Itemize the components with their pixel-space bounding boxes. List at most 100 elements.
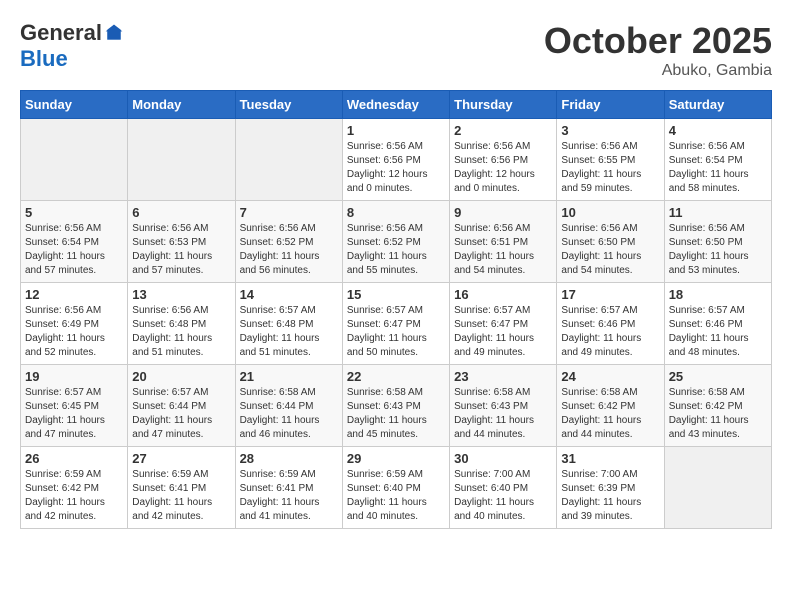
table-row: 16 Sunrise: 6:57 AMSunset: 6:47 PMDayligh… [450, 283, 557, 365]
day-info: Sunrise: 7:00 AMSunset: 6:39 PMDaylight:… [561, 468, 659, 524]
day-info: Sunrise: 6:57 AMSunset: 6:44 PMDaylight:… [132, 386, 230, 442]
day-info: Sunrise: 6:59 AMSunset: 6:42 PMDaylight:… [25, 468, 123, 524]
table-row: 8Sunrise: 6:56 AMSunset: 6:52 PMDaylight… [342, 201, 449, 283]
day-number: 20 [132, 369, 230, 384]
day-info: Sunrise: 6:56 AMSunset: 6:50 PMDaylight:… [561, 222, 659, 278]
table-row [21, 119, 128, 201]
header-friday: Friday [557, 91, 664, 119]
title-area: October 2025 Abuko, Gambia [544, 20, 772, 80]
day-info: Sunrise: 6:56 AMSunset: 6:50 PMDaylight:… [669, 222, 767, 278]
table-row [235, 119, 342, 201]
header-wednesday: Wednesday [342, 91, 449, 119]
day-number: 11 [669, 205, 767, 220]
logo-blue: Blue [20, 46, 68, 72]
day-number: 31 [561, 451, 659, 466]
table-row: 4 Sunrise: 6:56 AMSunset: 6:54 PMDaylight… [664, 119, 771, 201]
day-info: Sunrise: 6:58 AMSunset: 6:43 PMDaylight:… [347, 386, 445, 442]
day-number: 2 [454, 123, 552, 138]
logo: General Blue [20, 20, 124, 72]
table-row: 7 Sunrise: 6:56 AMSunset: 6:52 PMDaylight… [235, 201, 342, 283]
day-number: 18 [669, 287, 767, 302]
table-row [128, 119, 235, 201]
table-row: 30 Sunrise: 7:00 AMSunset: 6:40 PMDayligh… [450, 447, 557, 529]
day-number: 17 [561, 287, 659, 302]
day-number: 13 [132, 287, 230, 302]
table-row: 19 Sunrise: 6:57 AMSunset: 6:45 PMDayligh… [21, 365, 128, 447]
day-info: Sunrise: 6:56 AMSunset: 6:54 PMDaylight:… [25, 222, 123, 278]
logo-general: General [20, 20, 102, 46]
day-info: Sunrise: 6:58 AMSunset: 6:43 PMDaylight:… [454, 386, 552, 442]
calendar: Sunday Monday Tuesday Wednesday Thursday… [20, 90, 772, 529]
table-row: 2 Sunrise: 6:56 AMSunset: 6:56 PMDaylight… [450, 119, 557, 201]
day-info: Sunrise: 7:00 AMSunset: 6:40 PMDaylight:… [454, 468, 552, 524]
day-number: 25 [669, 369, 767, 384]
header-sunday: Sunday [21, 91, 128, 119]
day-number: 22 [347, 369, 445, 384]
day-number: 6 [132, 205, 230, 220]
day-info: Sunrise: 6:59 AMSunset: 6:41 PMDaylight:… [132, 468, 230, 524]
day-info: Sunrise: 6:56 AMSunset: 6:48 PMDaylight:… [132, 304, 230, 360]
day-info: Sunrise: 6:57 AMSunset: 6:47 PMDaylight:… [347, 304, 445, 360]
day-number: 14 [240, 287, 338, 302]
logo-icon [104, 23, 124, 43]
header-saturday: Saturday [664, 91, 771, 119]
day-info: Sunrise: 6:56 AMSunset: 6:54 PMDaylight:… [669, 140, 767, 196]
table-row: 22 Sunrise: 6:58 AMSunset: 6:43 PMDayligh… [342, 365, 449, 447]
day-number: 16 [454, 287, 552, 302]
day-number: 7 [240, 205, 338, 220]
table-row: 21 Sunrise: 6:58 AMSunset: 6:44 PMDayligh… [235, 365, 342, 447]
calendar-week-row: 12 Sunrise: 6:56 AMSunset: 6:49 PMDayligh… [21, 283, 772, 365]
day-number: 28 [240, 451, 338, 466]
day-info: Sunrise: 6:56 AMSunset: 6:56 PMDaylight:… [454, 140, 552, 196]
calendar-week-row: 5 Sunrise: 6:56 AMSunset: 6:54 PMDaylight… [21, 201, 772, 283]
table-row: 12 Sunrise: 6:56 AMSunset: 6:49 PMDayligh… [21, 283, 128, 365]
page-header: General Blue October 2025 Abuko, Gambia [20, 20, 772, 80]
day-info: Sunrise: 6:58 AMSunset: 6:42 PMDaylight:… [561, 386, 659, 442]
header-monday: Monday [128, 91, 235, 119]
table-row: 23Sunrise: 6:58 AMSunset: 6:43 PMDayligh… [450, 365, 557, 447]
day-number: 27 [132, 451, 230, 466]
table-row: 29Sunrise: 6:59 AMSunset: 6:40 PMDayligh… [342, 447, 449, 529]
day-info: Sunrise: 6:56 AMSunset: 6:52 PMDaylight:… [240, 222, 338, 278]
table-row: 31 Sunrise: 7:00 AMSunset: 6:39 PMDayligh… [557, 447, 664, 529]
day-info: Sunrise: 6:56 AMSunset: 6:49 PMDaylight:… [25, 304, 123, 360]
table-row: 9Sunrise: 6:56 AMSunset: 6:51 PMDaylight… [450, 201, 557, 283]
day-number: 4 [669, 123, 767, 138]
month-title: October 2025 [544, 20, 772, 62]
day-info: Sunrise: 6:56 AMSunset: 6:55 PMDaylight:… [561, 140, 659, 196]
table-row: 28Sunrise: 6:59 AMSunset: 6:41 PMDayligh… [235, 447, 342, 529]
location: Abuko, Gambia [544, 62, 772, 80]
table-row: 18Sunrise: 6:57 AMSunset: 6:46 PMDayligh… [664, 283, 771, 365]
day-number: 30 [454, 451, 552, 466]
day-number: 5 [25, 205, 123, 220]
day-info: Sunrise: 6:59 AMSunset: 6:40 PMDaylight:… [347, 468, 445, 524]
day-number: 24 [561, 369, 659, 384]
table-row: 17 Sunrise: 6:57 AMSunset: 6:46 PMDayligh… [557, 283, 664, 365]
table-row: 1 Sunrise: 6:56 AMSunset: 6:56 PMDaylight… [342, 119, 449, 201]
table-row: 25 Sunrise: 6:58 AMSunset: 6:42 PMDayligh… [664, 365, 771, 447]
day-info: Sunrise: 6:57 AMSunset: 6:45 PMDaylight:… [25, 386, 123, 442]
table-row [664, 447, 771, 529]
day-info: Sunrise: 6:58 AMSunset: 6:42 PMDaylight:… [669, 386, 767, 442]
table-row: 26Sunrise: 6:59 AMSunset: 6:42 PMDayligh… [21, 447, 128, 529]
day-info: Sunrise: 6:58 AMSunset: 6:44 PMDaylight:… [240, 386, 338, 442]
calendar-week-row: 1 Sunrise: 6:56 AMSunset: 6:56 PMDaylight… [21, 119, 772, 201]
calendar-week-row: 19 Sunrise: 6:57 AMSunset: 6:45 PMDayligh… [21, 365, 772, 447]
table-row: 5 Sunrise: 6:56 AMSunset: 6:54 PMDaylight… [21, 201, 128, 283]
day-info: Sunrise: 6:57 AMSunset: 6:47 PMDaylight:… [454, 304, 552, 360]
day-number: 1 [347, 123, 445, 138]
day-number: 12 [25, 287, 123, 302]
table-row: 13 Sunrise: 6:56 AMSunset: 6:48 PMDayligh… [128, 283, 235, 365]
table-row: 10Sunrise: 6:56 AMSunset: 6:50 PMDayligh… [557, 201, 664, 283]
day-info: Sunrise: 6:57 AMSunset: 6:46 PMDaylight:… [561, 304, 659, 360]
table-row: 24 Sunrise: 6:58 AMSunset: 6:42 PMDayligh… [557, 365, 664, 447]
table-row: 14Sunrise: 6:57 AMSunset: 6:48 PMDayligh… [235, 283, 342, 365]
day-number: 8 [347, 205, 445, 220]
day-number: 19 [25, 369, 123, 384]
header-tuesday: Tuesday [235, 91, 342, 119]
day-number: 21 [240, 369, 338, 384]
day-number: 3 [561, 123, 659, 138]
day-info: Sunrise: 6:56 AMSunset: 6:56 PMDaylight:… [347, 140, 445, 196]
table-row: 27 Sunrise: 6:59 AMSunset: 6:41 PMDayligh… [128, 447, 235, 529]
header-thursday: Thursday [450, 91, 557, 119]
